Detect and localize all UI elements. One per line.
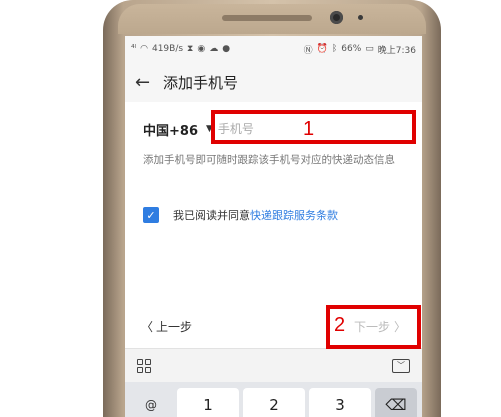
app-header: ← 添加手机号 xyxy=(125,62,422,102)
network-speed: 419B/s xyxy=(151,44,184,54)
backspace-key[interactable]: ⌫ xyxy=(375,388,417,417)
earpiece xyxy=(222,15,312,21)
key-1[interactable]: 1 xyxy=(177,388,239,417)
symbol-key[interactable]: @ xyxy=(131,388,171,417)
annotation-number-1: 1 xyxy=(303,118,315,140)
hint-text: 添加手机号即可随时跟踪该手机号对应的快递动态信息 xyxy=(143,154,395,166)
hotspot-icon: ◉ xyxy=(197,44,206,54)
key-2[interactable]: 2 xyxy=(243,388,305,417)
status-bar: ⁴ˡ ◠ 419B/s ⧗ ◉ ☁ ● Ⓝ ⏰ ᛒ 66% ▭ 晚上7:36 xyxy=(125,36,422,62)
agree-row: ✓ 我已阅读并同意 快递跟踪服务条款 xyxy=(143,207,338,223)
agree-checkbox[interactable]: ✓ xyxy=(143,207,159,223)
keyboard-toolbar: ﹀ xyxy=(125,348,422,382)
wifi-icon: ◠ xyxy=(140,44,148,54)
agree-text: 我已阅读并同意 xyxy=(173,209,250,222)
key-3[interactable]: 3 xyxy=(309,388,371,417)
clock-time: 晚上7:36 xyxy=(377,45,416,56)
signal-icon: ⁴ˡ xyxy=(131,44,137,54)
page-title: 添加手机号 xyxy=(163,73,239,92)
cloud-icon: ☁ xyxy=(209,44,219,54)
annotation-number-2: 2 xyxy=(334,314,346,336)
country-code-selector[interactable]: 中国+86 xyxy=(143,120,198,139)
prev-step-button[interactable]: 〈 上一步 xyxy=(141,318,192,335)
phone-screen: ⁴ˡ ◠ 419B/s ⧗ ◉ ☁ ● Ⓝ ⏰ ᛒ 66% ▭ 晚上7:36 ←… xyxy=(125,36,422,417)
battery-percent: 66% xyxy=(341,44,362,54)
proximity-sensor xyxy=(358,15,363,20)
numeric-keyboard: @ 1 2 3 ⌫ xyxy=(125,382,422,417)
hourglass-icon: ⧗ xyxy=(187,44,194,54)
nfc-icon: Ⓝ xyxy=(303,45,313,56)
terms-link[interactable]: 快递跟踪服务条款 xyxy=(250,207,338,223)
backspace-icon: ⌫ xyxy=(385,396,407,414)
alarm-icon: ⏰ xyxy=(316,44,328,54)
bluetooth-icon: ᛒ xyxy=(331,44,338,54)
check-icon: ✓ xyxy=(146,208,156,222)
battery-icon: ▭ xyxy=(365,44,374,54)
chevron-left-icon: 〈 xyxy=(141,319,154,334)
chat-icon: ● xyxy=(222,44,231,54)
back-arrow-icon[interactable]: ← xyxy=(135,72,157,93)
front-camera xyxy=(330,11,343,24)
keyboard-hide-icon[interactable]: ﹀ xyxy=(392,358,410,373)
grid-menu-icon[interactable] xyxy=(137,358,151,373)
